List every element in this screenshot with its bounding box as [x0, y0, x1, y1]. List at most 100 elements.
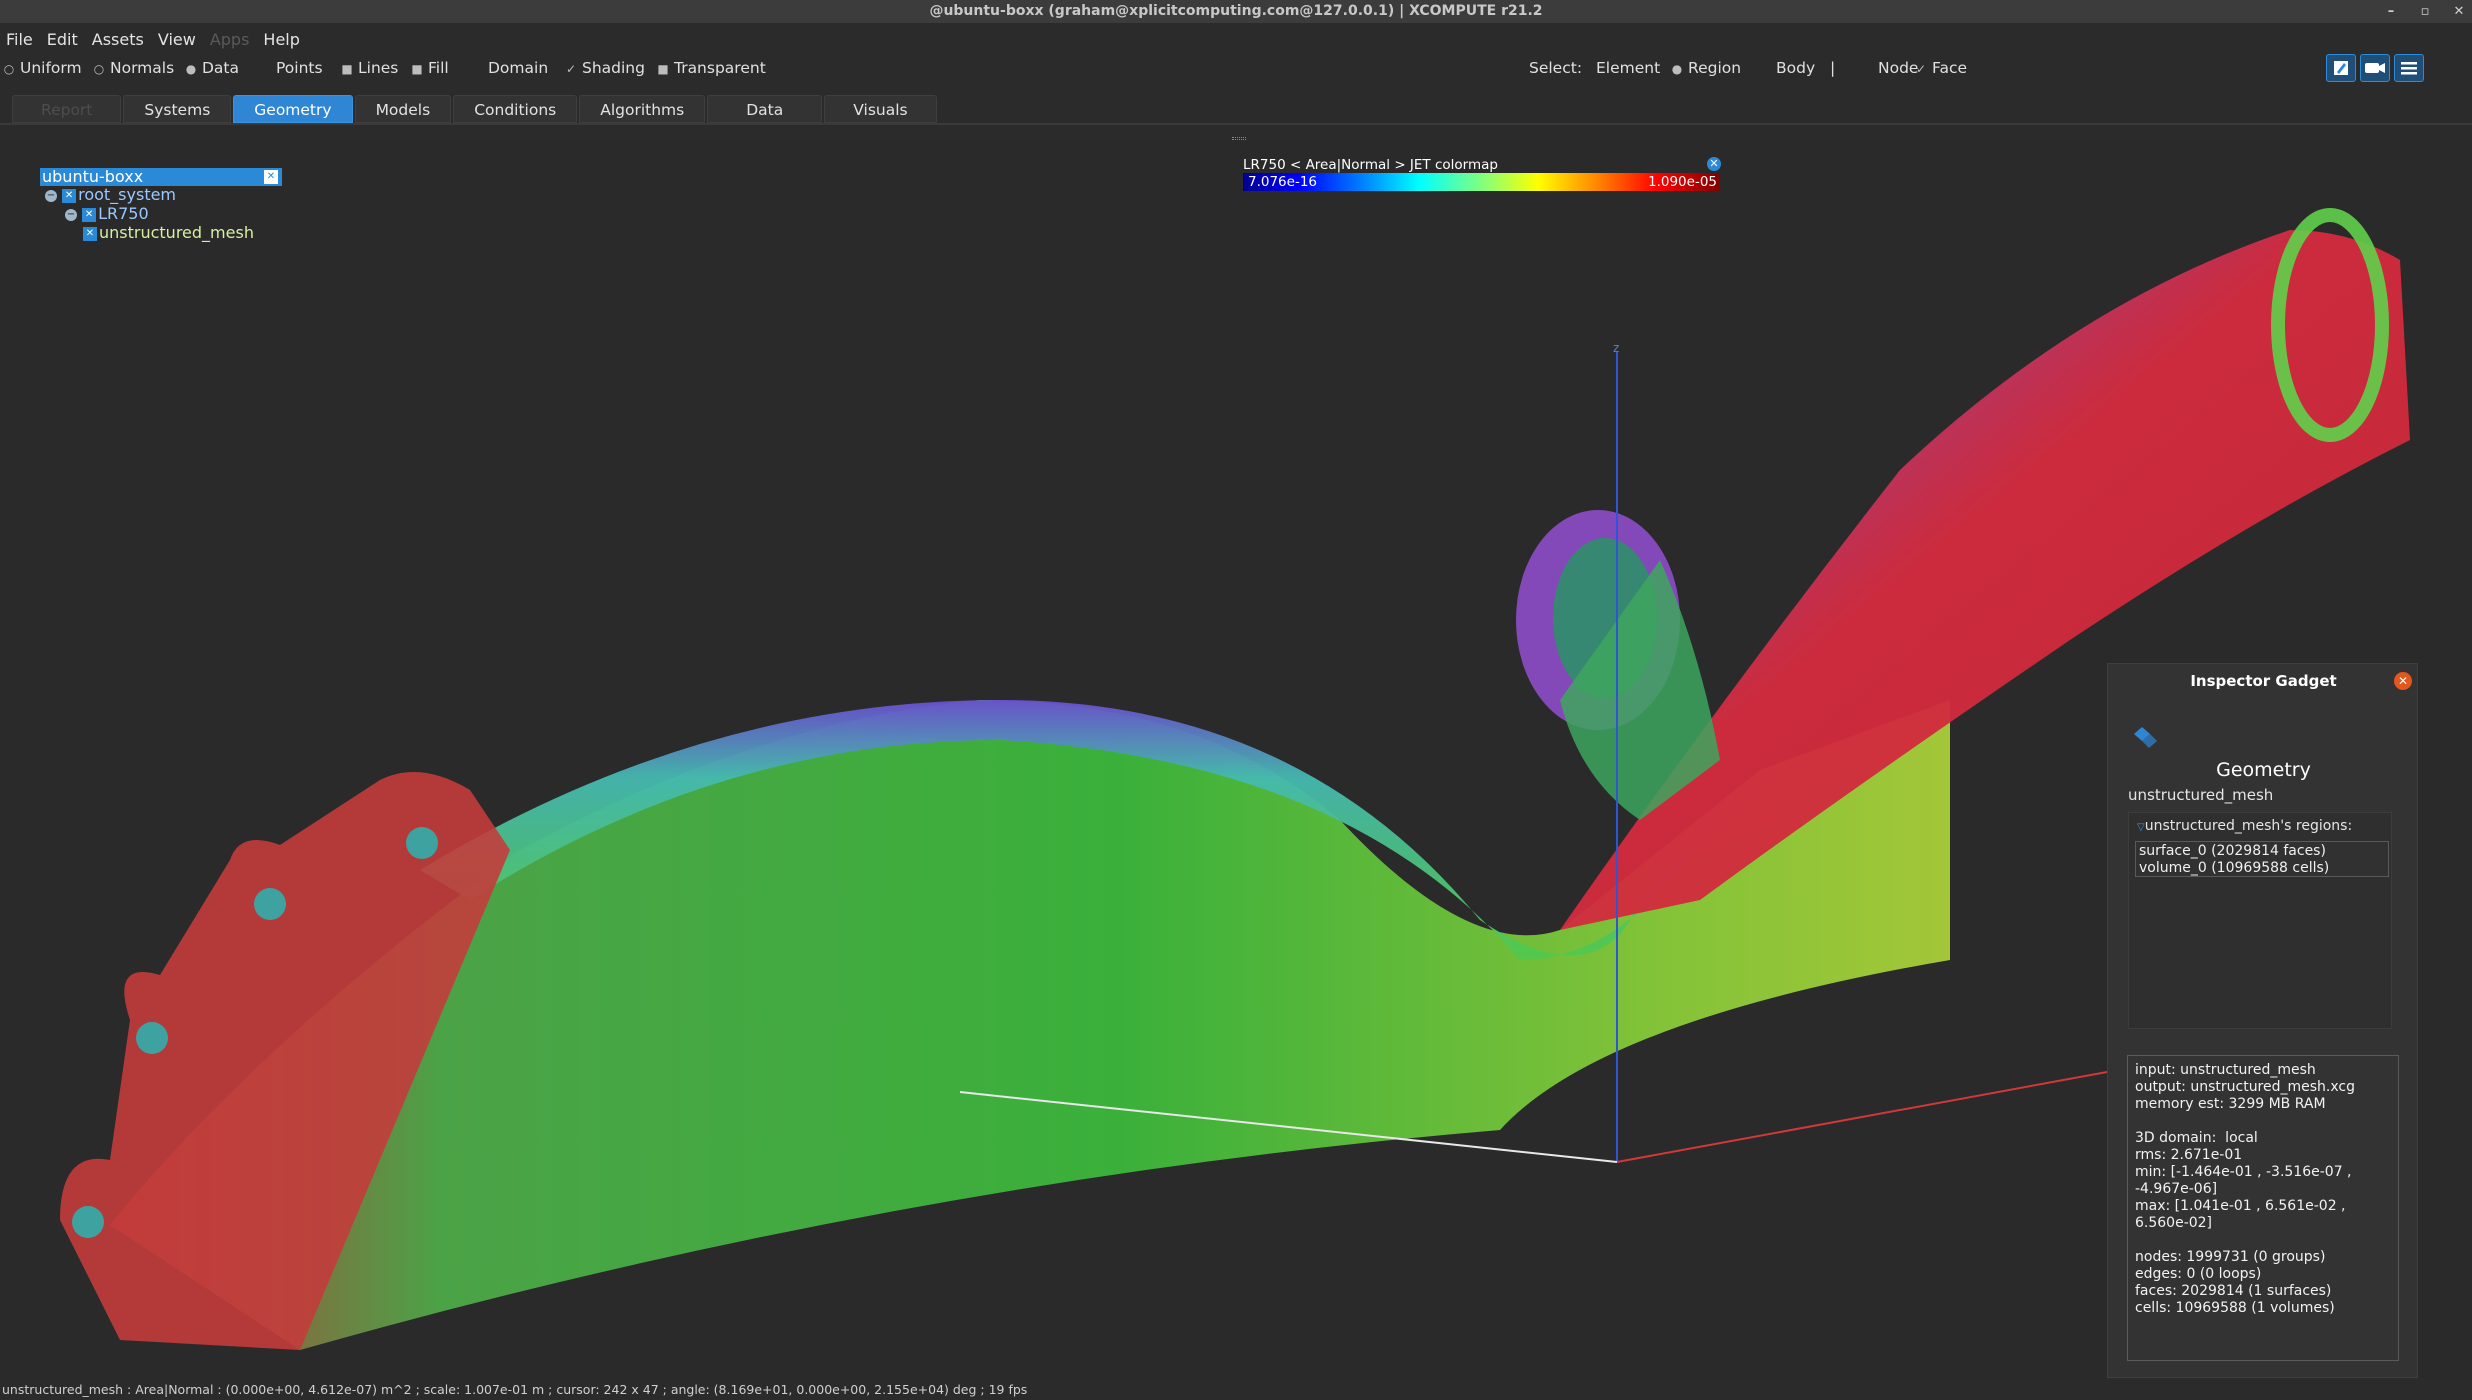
checkbox-icon: ■ [341, 62, 353, 76]
tree-item-label: root_system [78, 185, 177, 204]
checkbox-icon: ■ [657, 62, 669, 76]
minimize-icon[interactable]: – [2384, 0, 2398, 23]
tab-report: Report [12, 95, 122, 123]
inspector-heading: Geometry [2216, 759, 2311, 781]
element-label: Element [1596, 59, 1661, 77]
select-label: Select: [1529, 59, 1583, 77]
geometry-icon [2134, 727, 2157, 748]
tab-algorithms[interactable]: Algorithms [579, 95, 706, 123]
transparent-option[interactable]: ■ Transparent [656, 56, 766, 81]
checkbox-icon: ■ [411, 62, 423, 76]
edit-tool-button[interactable] [2326, 54, 2356, 82]
visibility-checkbox-icon[interactable]: ✕ [82, 207, 97, 222]
domain-label: Domain [488, 59, 549, 77]
radio-icon: ○ [93, 62, 105, 76]
radio-selected-icon: ● [1671, 62, 1683, 76]
collapse-icon[interactable]: − [45, 189, 57, 202]
tab-systems[interactable]: Systems [123, 95, 232, 123]
regions-panel: ▽unstructured_mesh's regions: surface_0 … [2128, 812, 2392, 1029]
node-label: Node [1878, 59, 1919, 77]
uniform-option[interactable]: ○ Uniform [2, 56, 82, 81]
node-option[interactable]: Node [1860, 56, 1918, 80]
domain-option[interactable]: Domain [470, 56, 548, 80]
tree-item-root-system[interactable]: − ✕ root_system [45, 186, 176, 204]
menu-list-button[interactable] [2394, 54, 2424, 82]
check-icon: ✓ [565, 62, 577, 76]
tab-models[interactable]: Models [354, 95, 452, 123]
display-toolbar: ○ Uniform ○ Normals ● Data Points ■ Lines ■ F… [0, 56, 2472, 80]
body-option[interactable]: Body [1758, 56, 1815, 80]
normals-option[interactable]: ○ Normals [92, 56, 174, 81]
toolbar-separator: | [1830, 59, 1836, 77]
inspector-object-name: unstructured_mesh [2128, 786, 2274, 804]
tab-conditions[interactable]: Conditions [453, 95, 578, 123]
menu-bar: File Edit Assets View Apps Help [0, 28, 308, 52]
window-title: @ubuntu-boxx (graham@xplicitcomputing.co… [929, 3, 1543, 19]
list-item[interactable]: volume_0 (10969588 cells) [2139, 860, 2385, 877]
visibility-checkbox-icon[interactable]: ✕ [83, 226, 97, 241]
close-icon[interactable]: ✕ [1707, 157, 1721, 171]
inspector-panel: Inspector Gadget ✕ Geometry unstructured… [2107, 663, 2418, 1378]
face-label: Face [1932, 59, 1968, 77]
tree-item-unstructured-mesh[interactable]: ✕ unstructured_mesh [83, 224, 254, 242]
normals-label: Normals [110, 59, 175, 77]
collapse-icon[interactable]: − [65, 208, 77, 221]
3d-viewport[interactable]: z [0, 141, 2472, 1378]
tree-root[interactable]: ubuntu-boxx ✕ [40, 168, 282, 186]
region-label: Region [1688, 59, 1742, 77]
inspector-title: Inspector Gadget [2190, 672, 2337, 690]
regions-label[interactable]: ▽unstructured_mesh's regions: [2137, 818, 2352, 834]
region-option[interactable]: ● Region [1670, 56, 1741, 81]
camera-button[interactable] [2360, 54, 2390, 82]
panel-splitter-handle[interactable] [1232, 137, 1246, 140]
fill-label: Fill [428, 59, 449, 77]
menu-apps: Apps [209, 30, 250, 49]
close-icon[interactable]: ✕ [2394, 672, 2412, 690]
tab-underline [0, 123, 2472, 125]
data-label: Data [202, 59, 240, 77]
check-icon: ✓ [1915, 62, 1927, 76]
geometry-info-text[interactable]: input: unstructured_mesh output: unstruc… [2127, 1055, 2399, 1361]
menu-view[interactable]: View [152, 28, 204, 52]
mesh-render [60, 208, 2410, 1350]
points-label: Points [276, 59, 323, 77]
pencil-icon [2334, 61, 2348, 75]
lines-label: Lines [358, 59, 399, 77]
fill-option[interactable]: ■ Fill [410, 56, 449, 81]
menu-assets[interactable]: Assets [86, 28, 152, 52]
tree-item-lr750[interactable]: − ✕ LR750 [65, 205, 149, 223]
camera-icon [2365, 63, 2385, 73]
tab-visuals[interactable]: Visuals [824, 95, 937, 123]
uniform-label: Uniform [20, 59, 82, 77]
tab-data[interactable]: Data [707, 95, 823, 123]
close-window-icon[interactable]: ✕ [2452, 0, 2466, 23]
shading-option[interactable]: ✓ Shading [564, 56, 645, 81]
tab-geometry[interactable]: Geometry [233, 95, 353, 123]
tree-item-label: LR750 [98, 204, 149, 223]
close-icon[interactable]: ✕ [264, 170, 278, 184]
regions-list[interactable]: surface_0 (2029814 faces) volume_0 (1096… [2135, 841, 2389, 877]
face-option[interactable]: ✓ Face [1914, 56, 1967, 81]
list-item[interactable]: surface_0 (2029814 faces) [2139, 843, 2385, 860]
transparent-label: Transparent [674, 59, 766, 77]
menu-help[interactable]: Help [257, 28, 307, 52]
points-option[interactable]: Points [258, 56, 323, 80]
element-option[interactable]: Element [1578, 56, 1660, 80]
visibility-checkbox-icon[interactable]: ✕ [62, 188, 77, 203]
data-option[interactable]: ● Data [184, 56, 239, 81]
colormap-title: LR750 < Area|Normal > JET colormap [1243, 157, 1498, 173]
title-bar: @ubuntu-boxx (graham@xplicitcomputing.co… [0, 0, 2472, 23]
list-icon [2401, 62, 2417, 75]
lines-option[interactable]: ■ Lines [340, 56, 398, 81]
radio-selected-icon: ● [185, 62, 197, 76]
maximize-icon[interactable]: ▫ [2418, 0, 2432, 23]
colormap-max: 1.090e-05 [1648, 174, 1718, 190]
menu-edit[interactable]: Edit [41, 28, 86, 52]
z-axis-label: z [1613, 341, 1620, 355]
tree-root-label: ubuntu-boxx [42, 167, 144, 186]
window-controls: – ▫ ✕ [2384, 0, 2466, 23]
colormap-min: 7.076e-16 [1248, 174, 1318, 190]
shading-label: Shading [582, 59, 645, 77]
menu-file[interactable]: File [0, 28, 41, 52]
main-tabs: Report Systems Geometry Models Condition… [12, 95, 937, 123]
